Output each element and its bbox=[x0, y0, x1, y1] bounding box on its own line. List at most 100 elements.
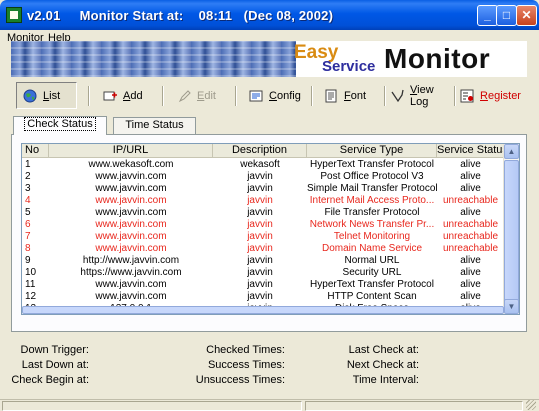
table-row[interactable]: 11 www.javvin.com javvin HyperText Transfer… bbox=[22, 279, 504, 291]
cell-ip-url: http://www.javvin.com bbox=[82, 255, 180, 266]
banner-service-text: Service bbox=[322, 58, 376, 75]
toolbar-separator bbox=[162, 86, 164, 106]
cell-ip-url: www.javvin.com bbox=[95, 291, 167, 302]
cell-service-type: File Transfer Protocol bbox=[324, 207, 420, 218]
tab-time-status-label: Time Status bbox=[125, 119, 184, 131]
cell-no: 6 bbox=[25, 219, 31, 230]
cell-description: javvin bbox=[247, 219, 273, 230]
font-button[interactable]: Font bbox=[318, 82, 380, 109]
cell-service-type: Internet Mail Access Proto... bbox=[309, 195, 435, 206]
cell-no: 11 bbox=[25, 279, 36, 290]
tab-check-status-label: Check Status bbox=[24, 117, 96, 131]
cell-description: javvin bbox=[247, 231, 273, 242]
register-label-key: R bbox=[480, 89, 488, 102]
status-info: Down Trigger: Last Down at: Check Begin … bbox=[0, 344, 539, 394]
font-label-key: F bbox=[344, 89, 351, 102]
cell-description: javvin bbox=[247, 171, 273, 182]
window-title: v2.01 Monitor Start at: 08:11 (Dec 08, 2… bbox=[27, 8, 334, 23]
cell-ip-url: www.javvin.com bbox=[95, 279, 167, 290]
success-times-label: Success Times: bbox=[207, 359, 285, 371]
banner-monitor-text: Monitor bbox=[384, 43, 491, 74]
table-row[interactable]: 10 https://www.javvin.com javvin Security U… bbox=[22, 267, 504, 279]
app-icon bbox=[6, 7, 22, 23]
table-row[interactable]: 1 www.wekasoft.com wekasoft HyperText Trans… bbox=[22, 159, 504, 171]
cell-service-type: HyperText Transfer Protocol bbox=[310, 159, 434, 170]
table-row[interactable]: 5 www.javvin.com javvin File Transfer Proto… bbox=[22, 207, 504, 219]
last-down-at-label: Last Down at: bbox=[21, 359, 89, 371]
cell-description: javvin bbox=[247, 255, 273, 266]
cell-description: javvin bbox=[247, 267, 273, 278]
cell-service-type: HTTP Content Scan bbox=[327, 291, 417, 302]
horizontal-scroll-thumb[interactable] bbox=[22, 306, 504, 314]
cell-service-status: alive bbox=[460, 279, 481, 290]
config-button[interactable]: Config bbox=[243, 82, 305, 109]
resize-grip-icon[interactable] bbox=[526, 400, 536, 410]
cell-service-type: Simple Mail Transfer Protocol bbox=[307, 183, 437, 194]
scroll-up-icon[interactable]: ▲ bbox=[504, 144, 519, 159]
tab-check-status[interactable]: Check Status bbox=[13, 116, 107, 135]
cell-no: 2 bbox=[25, 171, 31, 182]
cell-description: javvin bbox=[247, 183, 273, 194]
close-button[interactable]: ✕ bbox=[516, 5, 537, 26]
cell-service-type: Post Office Protocol V3 bbox=[320, 171, 424, 182]
column-header-ip-url[interactable]: IP/URL bbox=[49, 144, 213, 158]
cell-no: 7 bbox=[25, 231, 31, 242]
register-icon bbox=[460, 89, 475, 103]
font-icon bbox=[324, 89, 339, 103]
cell-no: 4 bbox=[25, 195, 31, 206]
list-label: ist bbox=[49, 89, 61, 102]
minimize-button[interactable]: _ bbox=[477, 5, 498, 26]
toolbar-separator bbox=[235, 86, 237, 106]
edit-button[interactable]: Edit bbox=[171, 82, 229, 109]
column-header-service-type[interactable]: Service Type bbox=[307, 144, 437, 158]
table-row[interactable]: 6 www.javvin.com javvin Network News Transf… bbox=[22, 219, 504, 231]
cell-description: javvin bbox=[247, 291, 273, 302]
cell-service-status: alive bbox=[460, 183, 481, 194]
banner: Easy Service Monitor bbox=[11, 41, 527, 77]
last-check-at-label: Last Check at: bbox=[348, 344, 419, 356]
cell-service-type: Normal URL bbox=[344, 255, 400, 266]
add-icon bbox=[103, 89, 118, 103]
cell-no: 3 bbox=[25, 183, 31, 194]
down-trigger-label: Down Trigger: bbox=[20, 344, 89, 356]
checked-times-label: Checked Times: bbox=[206, 344, 285, 356]
column-header-description[interactable]: Description bbox=[213, 144, 307, 158]
cell-service-status: alive bbox=[460, 159, 481, 170]
add-button[interactable]: Add bbox=[97, 82, 155, 109]
column-header-service-status[interactable]: Service Status bbox=[437, 144, 504, 158]
table-row[interactable]: 7 www.javvin.com javvin Telnet Monitoring un… bbox=[22, 231, 504, 243]
cell-ip-url: www.javvin.com bbox=[95, 243, 167, 254]
config-label-key: C bbox=[269, 89, 277, 102]
cell-description: javvin bbox=[247, 207, 273, 218]
cell-service-status: unreachable bbox=[442, 243, 499, 254]
list-button[interactable]: List bbox=[16, 82, 77, 109]
cell-description: javvin bbox=[247, 279, 273, 290]
cell-service-status: alive bbox=[460, 207, 481, 218]
table-row[interactable]: 8 www.javvin.com javvin Domain Name Service… bbox=[22, 243, 504, 255]
register-button[interactable]: Register bbox=[454, 82, 527, 109]
cell-description: javvin bbox=[247, 195, 273, 206]
table-row[interactable]: 4 www.javvin.com javvin Internet Mail Acces… bbox=[22, 195, 504, 207]
tab-time-status[interactable]: Time Status bbox=[113, 117, 196, 134]
cell-ip-url: www.javvin.com bbox=[95, 183, 167, 194]
scroll-down-icon[interactable]: ▼ bbox=[504, 299, 519, 314]
service-list[interactable]: No IP/URL Description Service Type Servi… bbox=[21, 143, 520, 315]
cell-service-status: unreachable bbox=[442, 219, 499, 230]
table-row[interactable]: 9 http://www.javvin.com javvin Normal URL al… bbox=[22, 255, 504, 267]
maximize-button[interactable]: □ bbox=[496, 5, 517, 26]
column-header-no[interactable]: No bbox=[22, 144, 49, 158]
table-row[interactable]: 12 www.javvin.com javvin HTTP Content Scan a… bbox=[22, 291, 504, 303]
unsuccess-times-label: Unsuccess Times: bbox=[195, 374, 285, 386]
edit-label: dit bbox=[204, 89, 216, 102]
config-icon bbox=[249, 89, 264, 103]
view-log-button[interactable]: View Log bbox=[384, 82, 454, 109]
table-row[interactable]: 2 www.javvin.com javvin Post Office Protoco… bbox=[22, 171, 504, 183]
horizontal-scrollbar[interactable] bbox=[22, 306, 504, 314]
vertical-scrollbar[interactable]: ▲ ▼ bbox=[503, 144, 519, 314]
cell-ip-url: www.javvin.com bbox=[95, 195, 167, 206]
cell-service-status: alive bbox=[460, 291, 481, 302]
cell-ip-url: https://www.javvin.com bbox=[80, 267, 182, 278]
table-row[interactable]: 3 www.javvin.com javvin Simple Mail Transfe… bbox=[22, 183, 504, 195]
cell-ip-url: www.javvin.com bbox=[95, 219, 167, 230]
vertical-scroll-thumb[interactable] bbox=[504, 160, 519, 304]
